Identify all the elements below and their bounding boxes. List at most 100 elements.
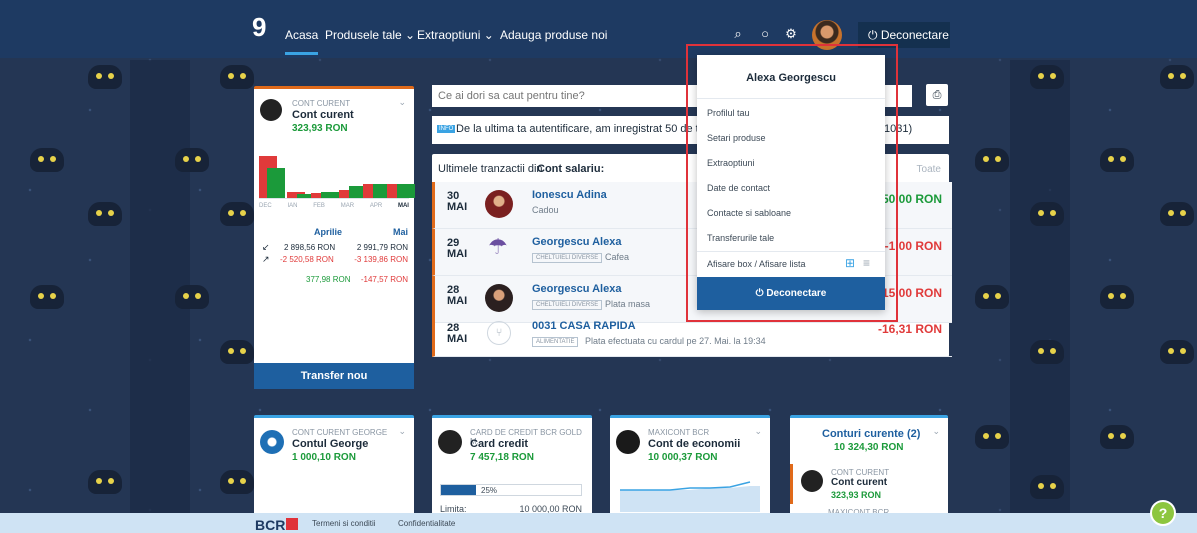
account-balance: 323,93 RON <box>292 123 348 134</box>
highlight-frame <box>686 44 898 322</box>
chevron-down-icon[interactable]: ⌄ <box>398 426 406 437</box>
net-april: 377,98 RON <box>306 275 351 284</box>
sub-account-row[interactable]: CONT CURENT Cont curent 323,93 RON <box>790 464 948 504</box>
chart-bar <box>267 168 285 198</box>
chevron-down-icon[interactable]: ⌄ <box>398 97 406 108</box>
month-label: IAN <box>287 203 298 209</box>
info-text: De la ultima ta autentificare, am inregi… <box>456 123 715 135</box>
owl-decoration <box>175 285 209 309</box>
month-label: FEB <box>313 203 325 209</box>
search-icon[interactable]: ⌕ <box>730 26 746 42</box>
product-card-george[interactable]: CONT CURENT GEORGE Contul George 1 000,1… <box>254 415 414 515</box>
owl-decoration <box>975 148 1009 172</box>
transaction-date: 28 MAI <box>447 322 468 345</box>
chart-month-labels: DEC IAN FEB MAR APR MAI <box>259 203 409 209</box>
chevron-down-icon[interactable]: ⌄ <box>932 426 940 437</box>
transaction-description: Plata masa <box>605 299 651 309</box>
transaction-date: 28 MAI <box>447 284 468 307</box>
see-all-link[interactable]: Toate <box>917 164 941 175</box>
month-label: MAI <box>397 203 409 209</box>
owl-decoration <box>88 202 122 226</box>
transactions-title-account: Cont salariu: <box>537 163 605 175</box>
nav-extra[interactable]: Extraoptiuni ⌄ <box>417 28 494 42</box>
current-accounts-group[interactable]: Conturi curente (2) 10 324,30 RON ⌄ CONT… <box>790 415 948 517</box>
expense-may: -3 139,86 RON <box>354 255 408 264</box>
owl-decoration <box>1030 65 1064 89</box>
owl-decoration <box>1160 202 1194 226</box>
chevron-down-icon[interactable]: ⌄ <box>754 426 762 437</box>
product-card-credit[interactable]: CARD DE CREDIT BCR GOLD M... Card credit… <box>432 415 592 515</box>
owl-decoration <box>1100 425 1134 449</box>
transfer-new-button[interactable]: Transfer nou <box>254 363 414 389</box>
umbrella-icon: ☂ <box>488 234 508 259</box>
help-button[interactable]: ? <box>1150 500 1176 526</box>
card-name: Contul George <box>292 438 369 450</box>
income-may: 2 991,79 RON <box>356 243 408 252</box>
credit-card-avatar <box>438 430 462 454</box>
income-arrow-icon: ↙ <box>262 242 270 252</box>
owl-decoration <box>975 425 1009 449</box>
account-type-label: CONT CURENT <box>292 99 351 108</box>
george-logo[interactable]: 9 <box>252 14 270 42</box>
card-name: Card credit <box>470 438 529 450</box>
contact-avatar <box>485 284 513 312</box>
owl-decoration <box>1030 475 1064 499</box>
sub-account-label: CONT CURENT <box>831 468 890 477</box>
terms-link[interactable]: Termeni si conditii <box>312 519 376 528</box>
transaction-description: Cadou <box>532 205 559 215</box>
nav-products[interactable]: Produsele tale ⌄ <box>325 28 415 42</box>
card-balance: 10 000,37 RON <box>648 452 718 463</box>
bcr-logo-mark <box>286 518 298 530</box>
info-tag: INFO <box>437 125 456 133</box>
privacy-link[interactable]: Confidentialitate <box>398 519 455 528</box>
owl-decoration <box>88 65 122 89</box>
savings-trend-chart <box>620 481 760 512</box>
transaction-date: 30 MAI <box>447 190 468 213</box>
month-may-header: Mai <box>392 227 408 237</box>
month-label: APR <box>369 203 383 209</box>
category-tag: CHELTUIELI DIVERSE <box>532 300 603 310</box>
account-name: Cont curent <box>292 109 354 121</box>
owl-decoration <box>175 148 209 172</box>
card-balance: 7 457,18 RON <box>470 452 534 463</box>
account-avatar <box>801 470 823 492</box>
nav-add-products[interactable]: Adauga produse noi <box>500 28 607 42</box>
current-account-card: CONT CURENT Cont curent 323,93 RON ⌄ DEC… <box>254 86 415 389</box>
bcr-logo: BCR <box>255 517 286 533</box>
gear-icon[interactable]: ⚙ <box>783 26 799 42</box>
card-label: CONT CURENT GEORGE <box>292 428 388 437</box>
month-label: MAR <box>340 203 355 209</box>
owl-decoration <box>1100 285 1134 309</box>
credit-usage-fill <box>441 485 476 495</box>
tree-decoration <box>1010 60 1070 513</box>
transaction-amount: -16,31 RON <box>877 322 942 336</box>
nav-home[interactable]: Acasa <box>285 28 319 55</box>
owl-decoration <box>30 285 64 309</box>
transactions-title-prefix: Ultimele tranzactii din <box>438 163 543 175</box>
chat-icon[interactable]: ○ <box>757 26 773 42</box>
product-card-savings[interactable]: MAXICONT BCR Cont de economii 10 000,37 … <box>610 415 770 515</box>
transaction-description: Plata efectuata cu cardul pe 27. Mai. la… <box>585 336 766 346</box>
footer-bar: BCR Termeni si conditii Confidentialitat… <box>0 513 1197 533</box>
transaction-name: Georgescu Alexa <box>532 283 622 295</box>
balance-chart <box>259 154 415 199</box>
owl-decoration <box>1160 65 1194 89</box>
owl-decoration <box>220 340 254 364</box>
expense-april: -2 520,58 RON <box>280 255 334 264</box>
contact-avatar <box>485 190 513 218</box>
account-avatar <box>260 430 284 454</box>
print-button[interactable]: ⎙ <box>926 84 948 106</box>
expense-arrow-icon: ↗ <box>262 254 270 264</box>
card-balance: 1 000,10 RON <box>292 452 356 463</box>
owl-decoration <box>220 202 254 226</box>
owl-decoration <box>1160 340 1194 364</box>
owl-decoration <box>88 470 122 494</box>
category-tag: CHELTUIELI DIVERSE <box>532 253 603 263</box>
account-avatar <box>260 99 282 121</box>
month-label: DEC <box>259 203 272 209</box>
category-tag: ALIMENTATIE <box>532 337 579 347</box>
chart-bar <box>397 184 415 198</box>
owl-decoration <box>1100 148 1134 172</box>
transaction-date: 29 MAI <box>447 237 468 260</box>
transaction-name: 0031 CASA RAPIDA <box>532 320 636 332</box>
